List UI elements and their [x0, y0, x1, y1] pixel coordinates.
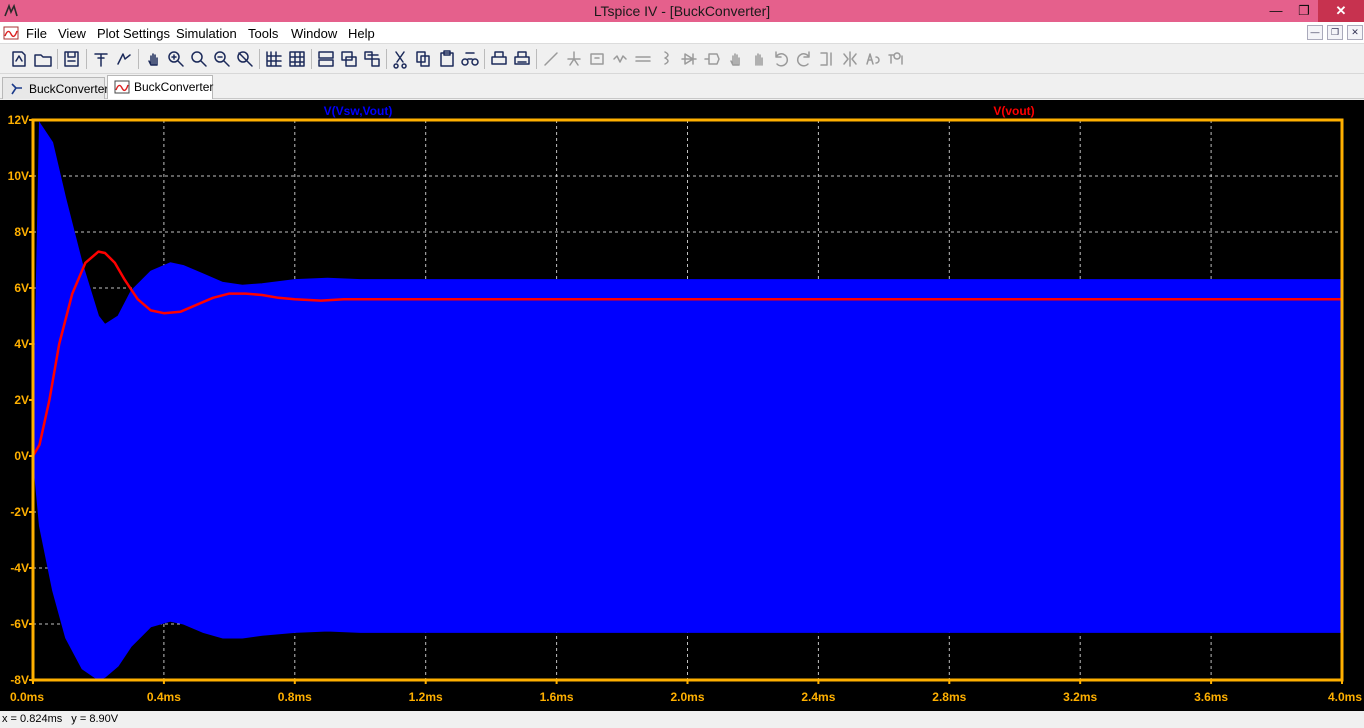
find-icon[interactable] — [460, 49, 480, 69]
menu-plot-settings[interactable]: Plot Settings — [97, 26, 170, 41]
x-tick-label: 0.8ms — [278, 690, 312, 704]
restore-icon[interactable]: ❐ — [1290, 0, 1318, 22]
ground-icon[interactable] — [564, 49, 584, 69]
toolbar-separator — [484, 49, 485, 69]
y-tick-label: 0V — [14, 449, 29, 463]
child-minimize-icon[interactable]: — — [1307, 25, 1323, 40]
cursor-x-readout: x = 0.824ms — [2, 713, 63, 725]
x-tick-label: 3.2ms — [1063, 690, 1097, 704]
menu-bar: File View Plot Settings Simulation Tools… — [0, 22, 1364, 44]
tab-waveform[interactable]: BuckConverter — [107, 75, 213, 99]
zoom-area-icon[interactable] — [189, 49, 209, 69]
toolbar-separator — [386, 49, 387, 69]
x-tick-label: 1.2ms — [409, 690, 443, 704]
zoom-in-icon[interactable] — [166, 49, 186, 69]
undo-icon[interactable] — [771, 49, 791, 69]
x-tick-label: 2.8ms — [932, 690, 966, 704]
x-tick-label: 1.6ms — [540, 690, 574, 704]
minimize-icon[interactable]: — — [1262, 0, 1290, 22]
move-icon[interactable] — [725, 49, 745, 69]
y-tick-label: 4V — [14, 337, 29, 351]
y-tick-label: 2V — [14, 393, 29, 407]
menu-window[interactable]: Window — [291, 26, 337, 41]
capacitor-icon[interactable] — [633, 49, 653, 69]
print-preview-icon[interactable] — [489, 49, 509, 69]
new-schematic-icon[interactable] — [10, 49, 30, 69]
y-tick-label: 12V — [8, 113, 29, 127]
y-tick-label: 10V — [8, 169, 29, 183]
y-tick-label: 6V — [14, 281, 29, 295]
inductor-icon[interactable] — [656, 49, 676, 69]
trace-label-vout[interactable]: V(vout) — [993, 104, 1034, 118]
close-icon[interactable]: ✕ — [1318, 0, 1364, 22]
cursor-y-readout: y = 8.90V — [71, 713, 119, 725]
zoom-out-icon[interactable] — [212, 49, 232, 69]
cut-icon[interactable] — [391, 49, 411, 69]
waveform-plot[interactable]: 0.0ms 0.4ms 0.8ms 1.2ms 1.6ms 2.0ms 2.4ms 2.8ms… — [0, 100, 1364, 711]
x-tick-label: 3.6ms — [1194, 690, 1228, 704]
rotate-icon[interactable] — [817, 49, 837, 69]
y-tick-label: -4V — [10, 561, 29, 575]
toolbar-separator — [311, 49, 312, 69]
toolbar-separator — [86, 49, 87, 69]
component-icon[interactable] — [702, 49, 722, 69]
trace-label-vsw-vout[interactable]: V(Vsw,Vout) — [324, 104, 393, 118]
diode-icon[interactable] — [679, 49, 699, 69]
child-restore-icon[interactable]: ❐ — [1327, 25, 1343, 40]
tab-label: BuckConverter — [29, 82, 109, 96]
toolbar-separator — [536, 49, 537, 69]
copy-icon[interactable] — [414, 49, 434, 69]
waveform-viewer[interactable]: 0.0ms 0.4ms 0.8ms 1.2ms 1.6ms 2.0ms 2.4ms 2.8ms… — [0, 100, 1364, 711]
menu-view[interactable]: View — [58, 26, 86, 41]
y-tick-label: 8V — [14, 225, 29, 239]
y-tick-label: -6V — [10, 617, 29, 631]
status-bar: x = 0.824ms y = 8.90V — [0, 711, 1364, 728]
spice-directive-icon[interactable] — [886, 49, 906, 69]
y-tick-label: -2V — [10, 505, 29, 519]
redo-icon[interactable] — [794, 49, 814, 69]
schematic-icon — [11, 83, 22, 95]
drag-icon[interactable] — [748, 49, 768, 69]
tile-icon[interactable] — [362, 49, 382, 69]
mirror-icon[interactable] — [840, 49, 860, 69]
pan-icon[interactable] — [143, 49, 163, 69]
menu-tools[interactable]: Tools — [248, 26, 278, 41]
x-tick-label: 2.0ms — [670, 690, 704, 704]
control-panel-icon[interactable] — [91, 49, 111, 69]
x-tick-label: 4.0ms — [1328, 690, 1362, 704]
tab-schematic[interactable]: BuckConverter — [2, 77, 109, 99]
grid-icon[interactable] — [287, 49, 307, 69]
open-icon[interactable] — [33, 49, 53, 69]
run-icon[interactable] — [114, 49, 134, 69]
wire-icon[interactable] — [541, 49, 561, 69]
menu-file[interactable]: File — [26, 26, 47, 41]
tile-horizontal-icon[interactable] — [316, 49, 336, 69]
toolbar-separator — [138, 49, 139, 69]
text-icon[interactable] — [863, 49, 883, 69]
autorange-icon[interactable] — [264, 49, 284, 69]
label-icon[interactable] — [587, 49, 607, 69]
waveform-window-icon[interactable] — [3, 25, 19, 41]
tab-bar: BuckConverter BuckConverter — [0, 75, 1364, 99]
tab-label: BuckConverter — [134, 80, 214, 94]
waveform-icon — [114, 80, 130, 94]
paste-icon[interactable] — [437, 49, 457, 69]
title-bar: LTspice IV - [BuckConverter] — ❐ ✕ — [0, 0, 1364, 22]
zoom-fit-icon[interactable] — [235, 49, 255, 69]
x-tick-label: 2.4ms — [801, 690, 835, 704]
x-tick-label: 0.4ms — [147, 690, 181, 704]
child-close-icon[interactable]: ✕ — [1347, 25, 1363, 40]
print-icon[interactable] — [512, 49, 532, 69]
save-icon[interactable] — [62, 49, 82, 69]
toolbar — [0, 45, 1364, 74]
toolbar-separator — [259, 49, 260, 69]
y-tick-label: -8V — [10, 673, 29, 687]
window-title: LTspice IV - [BuckConverter] — [593, 3, 771, 19]
resistor-icon[interactable] — [610, 49, 630, 69]
cascade-icon[interactable] — [339, 49, 359, 69]
toolbar-separator — [57, 49, 58, 69]
x-tick-label: 0.0ms — [10, 690, 44, 704]
menu-simulation[interactable]: Simulation — [176, 26, 237, 41]
menu-help[interactable]: Help — [348, 26, 375, 41]
